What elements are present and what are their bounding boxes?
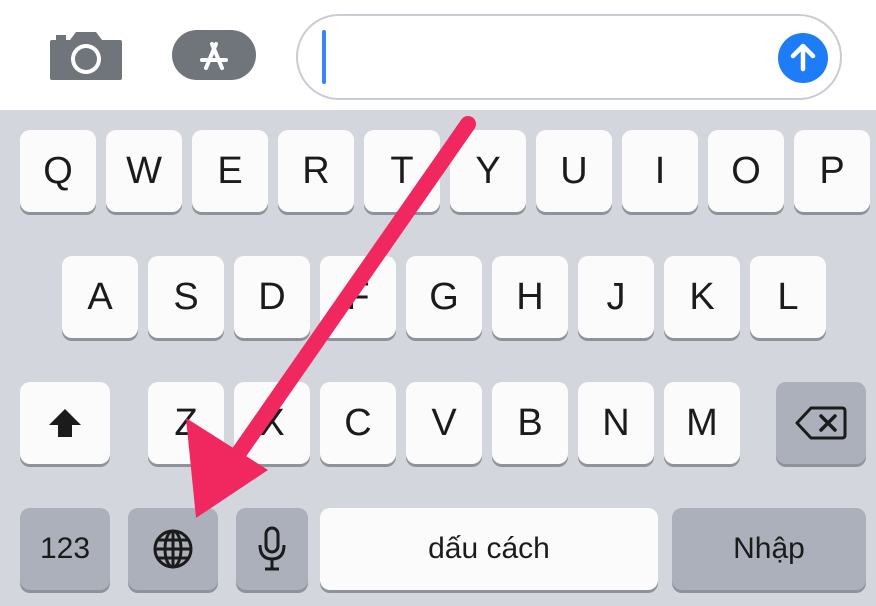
key-i[interactable]: I xyxy=(622,130,698,212)
key-v[interactable]: V xyxy=(406,382,482,464)
globe-key[interactable] xyxy=(128,508,218,590)
key-t[interactable]: T xyxy=(364,130,440,212)
key-s[interactable]: S xyxy=(148,256,224,338)
globe-icon xyxy=(153,529,193,569)
appstore-icon[interactable] xyxy=(172,30,256,80)
key-m[interactable]: M xyxy=(664,382,740,464)
key-w[interactable]: W xyxy=(106,130,182,212)
key-f[interactable]: F xyxy=(320,256,396,338)
return-key[interactable]: Nhập xyxy=(672,508,866,590)
send-button[interactable] xyxy=(778,33,828,83)
message-input-bar xyxy=(0,0,876,110)
space-key[interactable]: dấu cách xyxy=(320,508,658,590)
numbers-key[interactable]: 123 xyxy=(20,508,110,590)
text-cursor xyxy=(322,30,326,84)
delete-backspace-icon xyxy=(795,406,847,440)
key-x[interactable]: X xyxy=(234,382,310,464)
key-o[interactable]: O xyxy=(708,130,784,212)
key-l[interactable]: L xyxy=(750,256,826,338)
key-p[interactable]: P xyxy=(794,130,870,212)
key-a[interactable]: A xyxy=(62,256,138,338)
key-q[interactable]: Q xyxy=(20,130,96,212)
key-b[interactable]: B xyxy=(492,382,568,464)
camera-icon[interactable] xyxy=(48,28,124,82)
keyboard: Q W E R T Y U I O P A S D F G H J K L Z … xyxy=(0,110,876,606)
arrow-up-icon xyxy=(790,43,816,72)
shift-key[interactable] xyxy=(20,382,110,464)
key-n[interactable]: N xyxy=(578,382,654,464)
message-input[interactable] xyxy=(296,14,842,100)
key-y[interactable]: Y xyxy=(450,130,526,212)
key-k[interactable]: K xyxy=(664,256,740,338)
key-g[interactable]: G xyxy=(406,256,482,338)
key-r[interactable]: R xyxy=(278,130,354,212)
key-e[interactable]: E xyxy=(192,130,268,212)
key-h[interactable]: H xyxy=(492,256,568,338)
microphone-icon xyxy=(258,526,286,571)
key-c[interactable]: C xyxy=(320,382,396,464)
shift-icon xyxy=(49,409,81,437)
key-z[interactable]: Z xyxy=(148,382,224,464)
key-j[interactable]: J xyxy=(578,256,654,338)
key-u[interactable]: U xyxy=(536,130,612,212)
delete-key[interactable] xyxy=(776,382,866,464)
key-d[interactable]: D xyxy=(234,256,310,338)
dictation-key[interactable] xyxy=(236,508,308,590)
